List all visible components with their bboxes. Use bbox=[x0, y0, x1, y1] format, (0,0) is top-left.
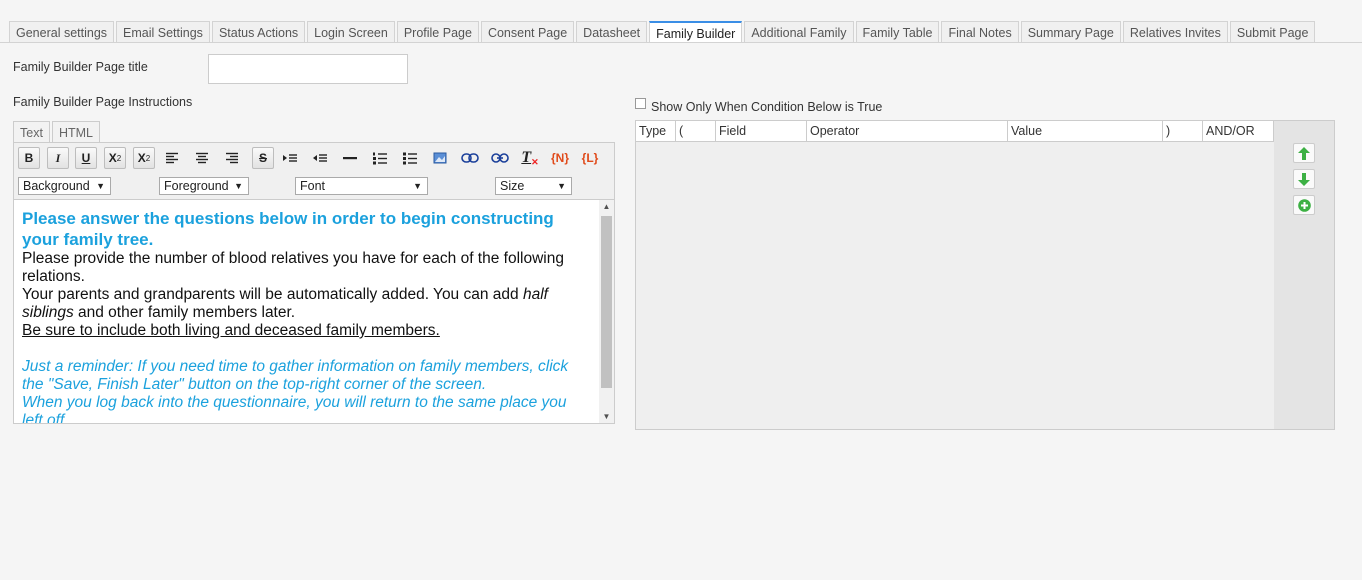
instructions-heading: Please answer the questions below in ord… bbox=[22, 209, 554, 249]
add-condition-button[interactable] bbox=[1293, 195, 1315, 215]
foreground-select-label: Foreground bbox=[164, 179, 229, 193]
scroll-down-icon[interactable]: ▼ bbox=[599, 412, 614, 421]
column-header-operator: Operator bbox=[807, 121, 1008, 142]
strikethrough-button[interactable]: S bbox=[252, 147, 274, 169]
condition-actions-panel bbox=[1274, 120, 1335, 430]
settings-tabs: General settings Email Settings Status A… bbox=[9, 21, 1317, 43]
tab-datasheet[interactable]: Datasheet bbox=[576, 21, 648, 42]
align-left-icon[interactable] bbox=[161, 147, 183, 169]
indent-icon[interactable] bbox=[279, 147, 301, 169]
plus-circle-icon bbox=[1297, 198, 1311, 212]
tab-relatives-invites[interactable]: Relatives Invites bbox=[1122, 21, 1228, 42]
editor-scrollbar[interactable]: ▲ ▼ bbox=[599, 200, 614, 423]
insert-link-token-button[interactable]: {L} bbox=[578, 147, 602, 169]
column-header-value: Value bbox=[1008, 121, 1163, 142]
italic-button[interactable]: I bbox=[47, 147, 69, 169]
font-select[interactable]: Font ▼ bbox=[295, 177, 428, 195]
chevron-down-icon: ▼ bbox=[234, 181, 243, 191]
background-select-label: Background bbox=[23, 179, 90, 193]
instructions-line: Be sure to include both living and decea… bbox=[22, 322, 440, 339]
chevron-down-icon: ▼ bbox=[96, 181, 105, 191]
tab-status-actions[interactable]: Status Actions bbox=[211, 21, 306, 42]
link-icon[interactable] bbox=[459, 147, 481, 169]
insert-image-icon[interactable] bbox=[429, 147, 451, 169]
subscript-button[interactable]: X2 bbox=[104, 147, 126, 169]
chevron-down-icon: ▼ bbox=[557, 181, 566, 191]
condition-table: Type ( Field Operator Value ) AND/OR bbox=[635, 120, 1275, 430]
arrow-down-icon bbox=[1298, 172, 1310, 186]
tabs-divider bbox=[0, 42, 1362, 43]
column-header-field: Field bbox=[716, 121, 807, 142]
horizontal-rule-icon[interactable] bbox=[339, 147, 361, 169]
arrow-up-icon bbox=[1298, 146, 1310, 160]
size-select-label: Size bbox=[500, 179, 525, 193]
instructions-line: Your parents and grandparents will be au… bbox=[22, 286, 548, 321]
move-up-button[interactable] bbox=[1293, 143, 1315, 163]
bold-button[interactable]: B bbox=[18, 147, 40, 169]
tab-summary-page[interactable]: Summary Page bbox=[1020, 21, 1121, 42]
remove-format-button[interactable]: T ✕ bbox=[519, 147, 541, 169]
move-down-button[interactable] bbox=[1293, 169, 1315, 189]
column-header-open-paren: ( bbox=[676, 121, 716, 142]
foreground-color-select[interactable]: Foreground ▼ bbox=[159, 177, 249, 195]
tab-submit-page[interactable]: Submit Page bbox=[1229, 21, 1316, 42]
background-color-select[interactable]: Background ▼ bbox=[18, 177, 111, 195]
outdent-icon[interactable] bbox=[309, 147, 331, 169]
reminder-text: When you log back into the questionnaire… bbox=[22, 394, 567, 423]
column-header-and-or: AND/OR bbox=[1203, 121, 1274, 142]
tab-profile-page[interactable]: Profile Page bbox=[396, 21, 479, 42]
tab-text-mode[interactable]: Text bbox=[13, 121, 50, 143]
condition-checkbox-label: Show Only When Condition Below is True bbox=[651, 100, 883, 114]
page-title-label: Family Builder Page title bbox=[13, 60, 148, 74]
editor-mode-tabs: Text HTML bbox=[13, 121, 102, 143]
column-header-type: Type bbox=[636, 121, 676, 142]
numbered-list-icon[interactable] bbox=[369, 147, 391, 169]
bullet-list-icon[interactable] bbox=[399, 147, 421, 169]
tab-family-builder[interactable]: Family Builder bbox=[649, 21, 743, 43]
page-title-input[interactable] bbox=[208, 54, 408, 84]
unlink-icon[interactable] bbox=[489, 147, 511, 169]
rich-text-editor: B I U X2 X2 S T ✕ {N} {L} Background ▼ F… bbox=[13, 142, 615, 424]
instructions-label: Family Builder Page Instructions bbox=[13, 95, 193, 109]
instructions-line: Please provide the number of blood relat… bbox=[22, 250, 564, 285]
align-right-icon[interactable] bbox=[221, 147, 243, 169]
tab-consent-page[interactable]: Consent Page bbox=[480, 21, 575, 42]
scrollbar-thumb[interactable] bbox=[601, 216, 612, 388]
editor-content[interactable]: Please answer the questions below in ord… bbox=[14, 200, 598, 423]
scroll-up-icon[interactable]: ▲ bbox=[599, 202, 614, 211]
underline-button[interactable]: U bbox=[75, 147, 97, 169]
font-select-label: Font bbox=[300, 179, 326, 193]
editor-toolbar: B I U X2 X2 S T ✕ {N} {L} Background ▼ F… bbox=[14, 143, 614, 200]
align-center-icon[interactable] bbox=[191, 147, 213, 169]
reminder-text: Just a reminder: If you need time to gat… bbox=[22, 358, 569, 393]
size-select[interactable]: Size ▼ bbox=[495, 177, 572, 195]
chevron-down-icon: ▼ bbox=[413, 181, 422, 191]
tab-final-notes[interactable]: Final Notes bbox=[941, 21, 1019, 42]
condition-checkbox[interactable] bbox=[635, 98, 646, 109]
insert-name-token-button[interactable]: {N} bbox=[548, 147, 572, 169]
tab-general-settings[interactable]: General settings bbox=[9, 21, 115, 42]
column-header-close-paren: ) bbox=[1163, 121, 1203, 142]
tab-login-screen[interactable]: Login Screen bbox=[307, 21, 395, 42]
tab-family-table[interactable]: Family Table bbox=[855, 21, 940, 42]
tab-email-settings[interactable]: Email Settings bbox=[116, 21, 210, 42]
tab-html-mode[interactable]: HTML bbox=[51, 121, 100, 143]
superscript-button[interactable]: X2 bbox=[133, 147, 155, 169]
tab-additional-family[interactable]: Additional Family bbox=[744, 21, 854, 42]
